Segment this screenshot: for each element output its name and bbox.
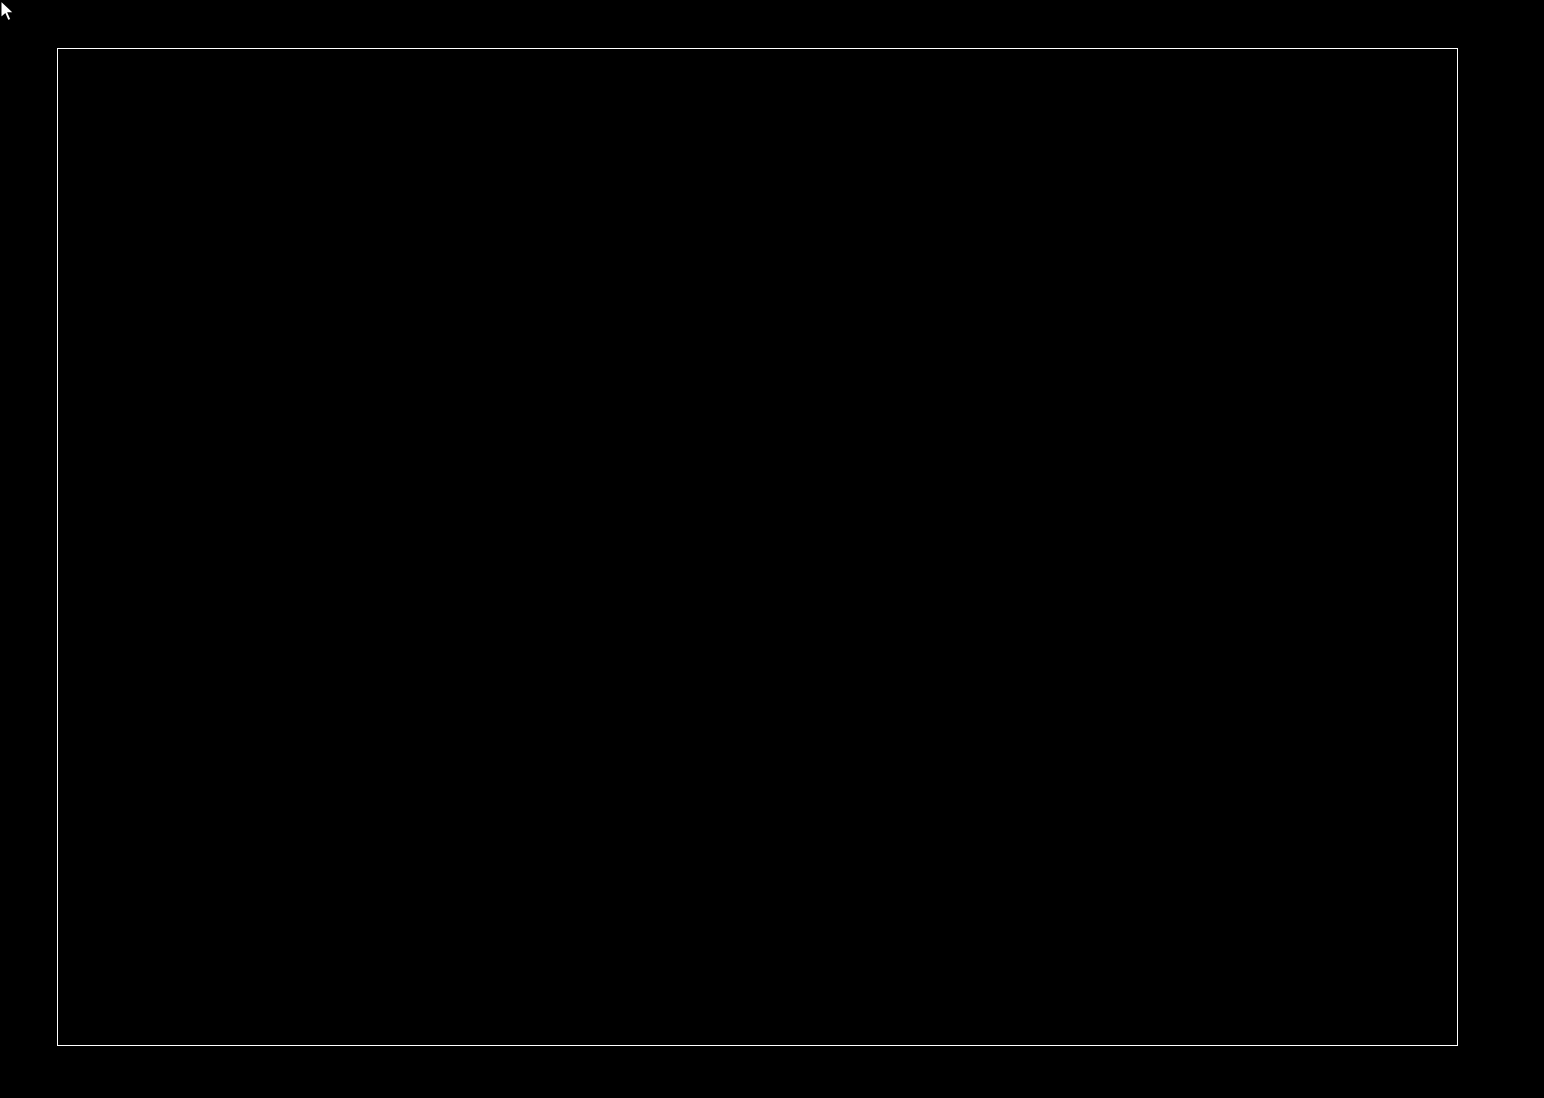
mouse-cursor-icon — [0, 0, 15, 22]
spectrogram-app — [0, 0, 1544, 1098]
colorbar — [1493, 348, 1509, 749]
plot-frame — [57, 48, 1458, 1046]
